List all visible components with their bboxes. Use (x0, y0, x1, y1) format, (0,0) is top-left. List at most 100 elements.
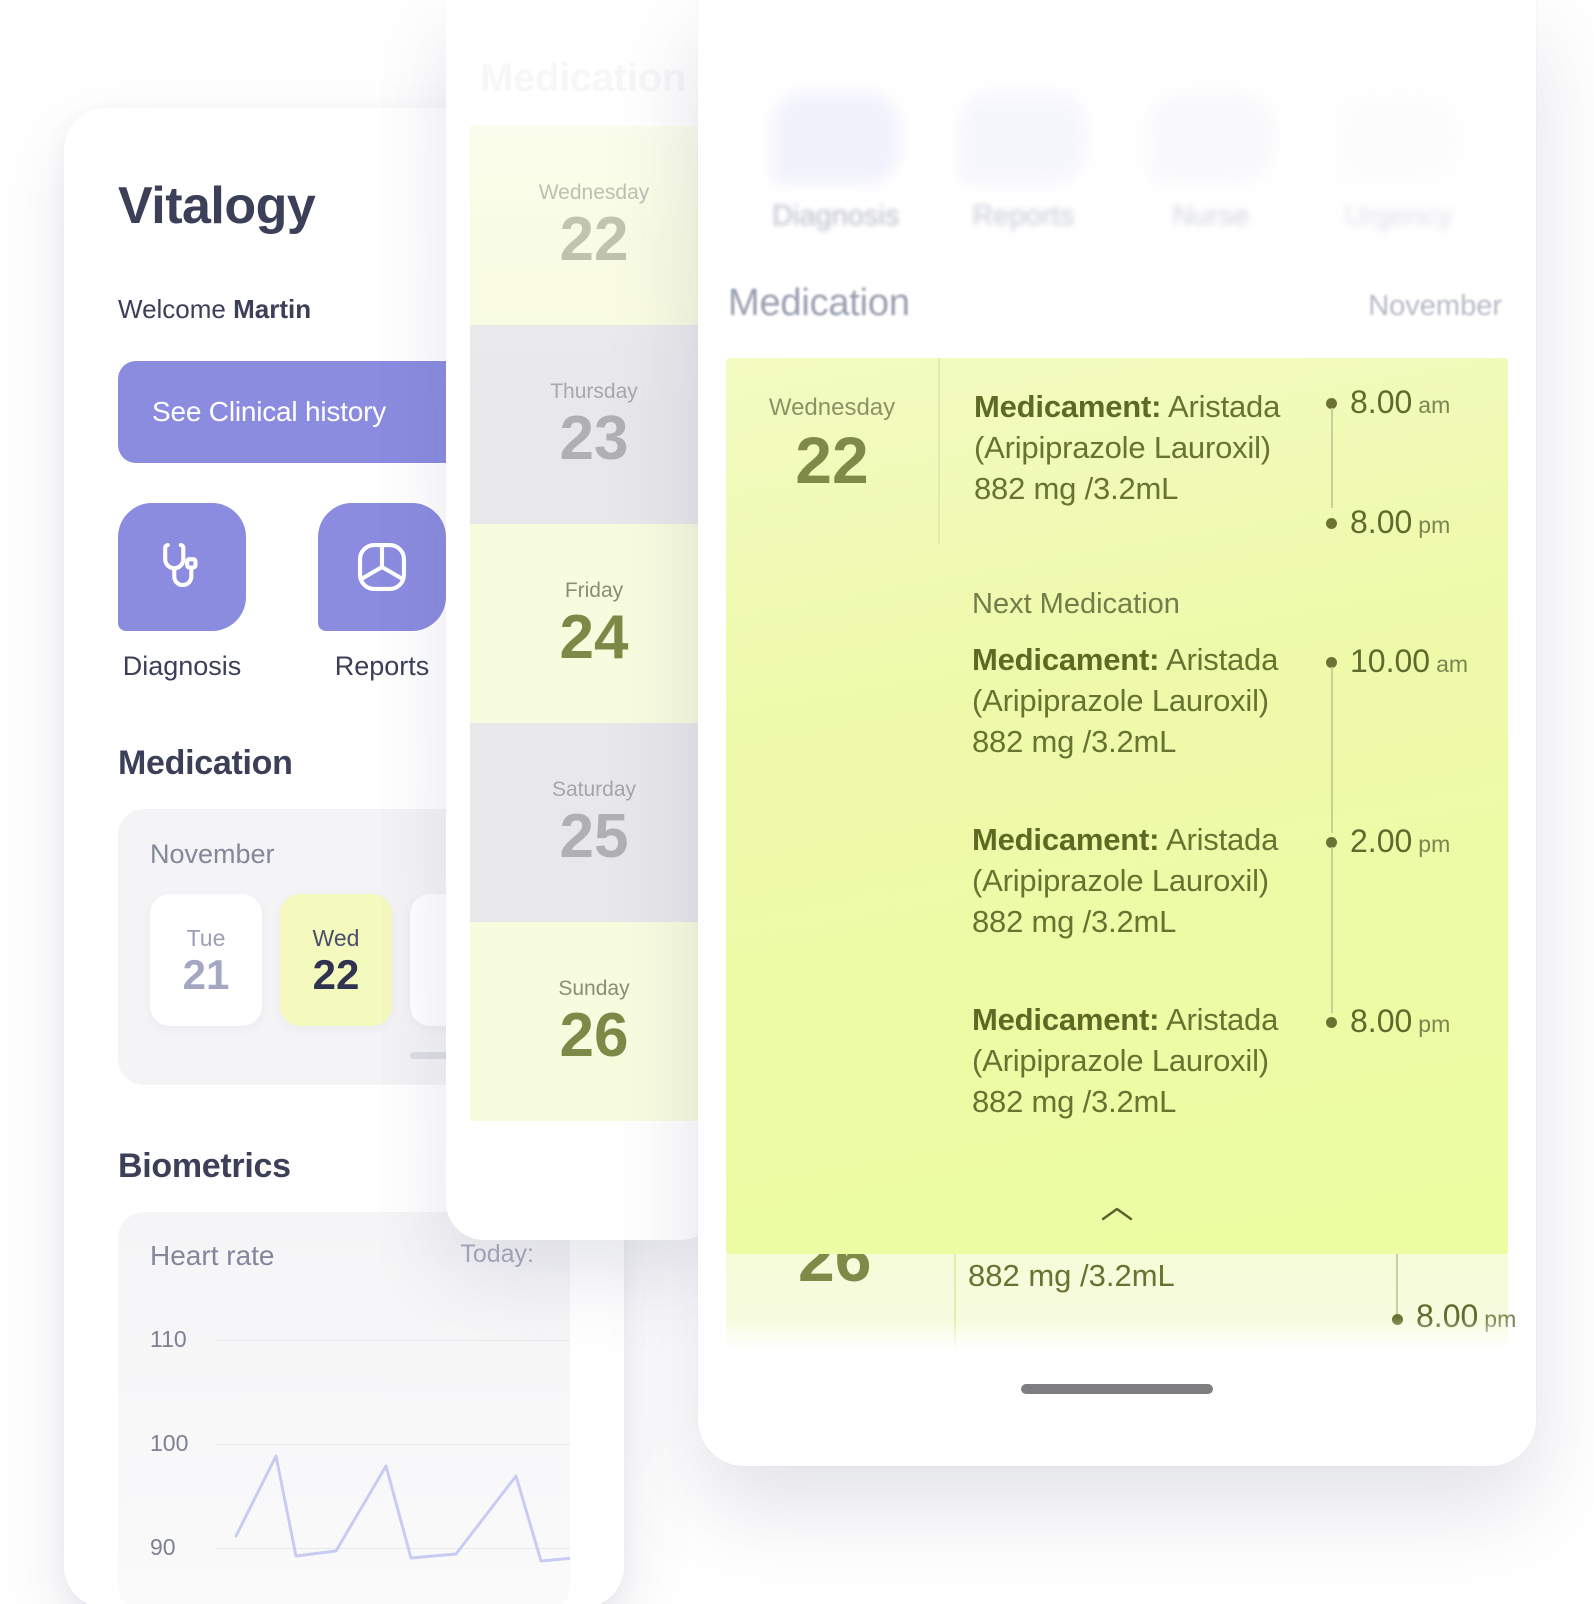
next-dose-3-name: Aristada (1166, 1002, 1279, 1037)
ytick-110: 110 (150, 1325, 187, 1352)
row-22-times: 8.00 am 8.00 pm (1326, 358, 1508, 544)
mid-day-row-25[interactable]: Saturday 25 (470, 723, 718, 922)
mid-day-22-dow: Wednesday (538, 180, 650, 204)
tab-diagnosis[interactable]: Diagnosis (742, 92, 930, 233)
tab-urgency[interactable]: Urgency (1305, 92, 1493, 233)
heart-rate-card: Heart rate Today: 110 100 90 (118, 1212, 570, 1604)
row-26-bottom-fade (726, 1318, 1508, 1360)
mid-day-24-num: 24 (559, 602, 629, 672)
ytick-100: 100 (150, 1429, 189, 1456)
day-chip-22[interactable]: Wed 22 (280, 894, 392, 1026)
next-time-slot-3: 8.00 pm (1326, 1003, 1508, 1103)
time-dot-icon (1326, 1017, 1337, 1028)
day-chip-21[interactable]: Tue 21 (150, 894, 262, 1026)
next-time-3-value: 8.00 (1350, 1003, 1413, 1039)
next-dose-1-name: Aristada (1166, 642, 1279, 677)
expanded-medication-card: Wednesday 22 Medicament: Aristada (Aripi… (726, 358, 1508, 1254)
next-dose-1-times: 10.00 am (1326, 639, 1508, 833)
tab-reports[interactable]: Reports (930, 92, 1118, 233)
stethoscope-icon (163, 542, 198, 588)
heart-rate-card-header: Heart rate Today: (150, 1240, 570, 1272)
tab-diagnosis-label: Diagnosis (772, 200, 900, 232)
next-dose-1-body: Medicament: Aristada (Aripiprazole Lauro… (938, 639, 1326, 823)
mid-day-26-dow: Sunday (558, 976, 630, 1000)
welcome-username: Martin (233, 294, 312, 324)
right-month-label: November (1368, 290, 1502, 322)
quick-action-diagnosis[interactable]: Diagnosis (118, 503, 246, 682)
next-time-3-meridiem: pm (1418, 1011, 1451, 1037)
home-indicator[interactable] (1021, 1384, 1213, 1394)
mid-day-25-num: 25 (559, 801, 629, 871)
collapse-card-button[interactable] (726, 1204, 1508, 1224)
next-dose-2-generic: (Aripiprazole Lauroxil) (972, 863, 1269, 899)
mid-day-23-dow: Thursday (550, 379, 638, 403)
next-time-slot-2: 2.00 pm (1326, 823, 1508, 1013)
current-time-2-meridiem: pm (1418, 512, 1451, 538)
current-time-slot-1: 8.00 am (1326, 384, 1508, 508)
day-chip-21-dow: Tue (186, 924, 226, 951)
quick-action-reports[interactable]: Reports (318, 503, 446, 682)
next-time-slot-1: 10.00 am (1326, 643, 1508, 833)
next-dose-1-spacer (726, 639, 938, 823)
mid-day-row-23[interactable]: Thursday 23 (470, 325, 718, 524)
mid-day-row-26[interactable]: Sunday 26 (470, 922, 718, 1121)
mid-day-row-22[interactable]: Wednesday 22 (470, 126, 718, 325)
next-dose-1-prefix: Medicament: (972, 642, 1160, 677)
next-time-2: 2.00 pm (1350, 823, 1450, 860)
next-dose-row-2: Medicament: Aristada (Aripiprazole Lauro… (726, 819, 1508, 1013)
next-dose-row-3: Medicament: Aristada (Aripiprazole Lauro… (726, 999, 1508, 1169)
quick-action-reports-label: Reports (334, 651, 430, 681)
next-dose-3-prefix: Medicament: (972, 1002, 1160, 1037)
row-22-dow: Wednesday (768, 394, 896, 421)
current-dose-strength: 882 mg /3.2mL (974, 471, 1179, 507)
quick-action-diagnosis-label: Diagnosis (122, 651, 242, 681)
pie-chart-icon (357, 542, 407, 592)
next-dose-3-times: 8.00 pm (1326, 999, 1508, 1169)
chevron-up-icon (1101, 1207, 1133, 1221)
next-time-3: 8.00 pm (1350, 1003, 1450, 1040)
next-dose-3-body: Medicament: Aristada (Aripiprazole Lauro… (938, 999, 1326, 1169)
current-dose-prefix: Medicament: (974, 389, 1162, 424)
mid-day-row-24[interactable]: Friday 24 (470, 524, 718, 723)
next-dose-3-generic: (Aripiprazole Lauroxil) (972, 1043, 1269, 1079)
next-dose-2-name: Aristada (1166, 822, 1279, 857)
next-medication-label: Next Medication (972, 588, 1180, 620)
right-phone-panel: Diagnosis Reports Nurse Urgency Medicati… (698, 0, 1536, 1466)
tab-urgency-icon (1334, 92, 1463, 184)
current-time-slot-2: 8.00 pm (1326, 504, 1508, 544)
next-dose-3-spacer (726, 999, 938, 1169)
reports-tile[interactable] (318, 503, 446, 631)
next-dose-1-generic: (Aripiprazole Lauroxil) (972, 683, 1269, 719)
next-dose-3: Medicament: Aristada (Aripiprazole Lauro… (972, 999, 1326, 1123)
next-dose-3-strength: 882 mg /3.2mL (972, 1084, 1177, 1120)
time-dot-icon (1326, 518, 1337, 529)
row-22-body: Medicament: Aristada (Aripiprazole Lauro… (938, 358, 1326, 544)
next-dose-2-strength: 882 mg /3.2mL (972, 904, 1177, 940)
diagnosis-tile[interactable] (118, 503, 246, 631)
day-chip-22-dow: Wed (312, 924, 360, 951)
mid-medication-title: Medication (480, 56, 686, 100)
next-time-2-value: 2.00 (1350, 823, 1413, 859)
current-dose: Medicament: Aristada (Aripiprazole Lauro… (974, 386, 1326, 510)
heart-rate-label: Heart rate (150, 1240, 275, 1271)
next-dose-1: Medicament: Aristada (Aripiprazole Lauro… (972, 639, 1326, 763)
mid-day-list[interactable]: Wednesday 22 Thursday 23 Friday 24 Satur… (470, 126, 718, 1121)
tab-nurse[interactable]: Nurse (1117, 92, 1305, 233)
mid-day-26-num: 26 (559, 1000, 629, 1070)
row-22-day-number: 22 (795, 423, 869, 497)
next-dose-2-body: Medicament: Aristada (Aripiprazole Lauro… (938, 819, 1326, 1003)
current-time-1-value: 8.00 (1350, 384, 1413, 420)
heart-rate-chart: 110 100 90 (150, 1306, 570, 1604)
next-time-1: 10.00 am (1350, 643, 1468, 680)
day-chip-21-num: 21 (182, 950, 230, 998)
day-chip-22-num: 22 (312, 950, 360, 998)
mid-day-22-num: 22 (559, 204, 629, 274)
tab-nurse-label: Nurse (1172, 200, 1250, 232)
current-time-2: 8.00 pm (1350, 504, 1450, 541)
right-section-header: Medication November (728, 282, 1502, 325)
tab-diagnosis-icon (771, 92, 900, 184)
mid-day-23-num: 23 (559, 403, 629, 473)
ytick-90: 90 (150, 1533, 176, 1560)
tab-bar[interactable]: Diagnosis Reports Nurse Urgency (698, 92, 1536, 233)
time-connector-line (1331, 667, 1333, 833)
